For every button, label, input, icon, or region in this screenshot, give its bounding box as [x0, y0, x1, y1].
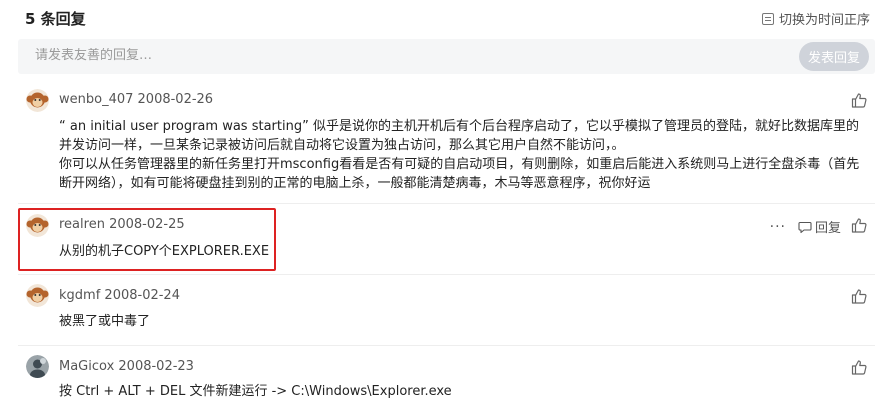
thumbs-up-icon[interactable]	[851, 359, 867, 375]
reply-label: 回复	[814, 221, 841, 236]
reply-count: 5 条回复	[25, 10, 86, 28]
username[interactable]: MaGicox	[59, 359, 114, 374]
more-options-icon[interactable]: ···	[770, 219, 786, 235]
comment-text: 按 Ctrl + ALT + DEL 文件新建运行 -> C:\Windows\…	[59, 384, 452, 399]
comment-item: MaGicox 2008-02-23 按 Ctrl + ALT + DEL 文件…	[18, 346, 875, 400]
comment-actions: ··· 回复	[770, 217, 841, 237]
comment-date: 2008-02-25	[109, 217, 185, 232]
sort-label: 切换为时间正序	[778, 13, 870, 28]
thumbs-up-icon[interactable]	[851, 288, 867, 304]
replies-header: 5 条回复 切换为时间正序	[25, 0, 870, 36]
sort-icon	[761, 12, 774, 25]
monkey-avatar-icon[interactable]	[26, 214, 49, 237]
comment-item: wenbo_407 2008-02-26 “ an initial user p…	[18, 78, 875, 204]
post-reply-button[interactable]: 发表回复	[799, 42, 869, 71]
comment-text: 被黑了或中毒了	[59, 314, 151, 329]
comment-meta: wenbo_407 2008-02-26	[59, 92, 213, 107]
comment-bubble-icon	[798, 221, 812, 233]
comment-content: “ an initial user program was starting” …	[59, 117, 860, 193]
comment-date: 2008-02-26	[137, 92, 214, 107]
comment-content: 按 Ctrl + ALT + DEL 文件新建运行 -> C:\Windows\…	[59, 382, 860, 401]
comment-meta: realren 2008-02-25	[59, 217, 185, 232]
user-avatar-icon[interactable]	[26, 355, 49, 378]
monkey-avatar-icon[interactable]	[26, 284, 49, 307]
username[interactable]: realren	[59, 217, 105, 232]
comment-content: 从别的机子COPY个EXPLORER.EXE	[59, 242, 860, 261]
username[interactable]: wenbo_407	[59, 92, 133, 107]
reply-input[interactable]	[35, 48, 735, 63]
comment-content: 被黑了或中毒了	[59, 312, 860, 331]
comment-meta: kgdmf 2008-02-24	[59, 288, 180, 303]
comment-meta: MaGicox 2008-02-23	[59, 359, 194, 374]
comment-item: kgdmf 2008-02-24 被黑了或中毒了	[18, 275, 875, 346]
thumbs-up-icon[interactable]	[851, 217, 867, 233]
reply-action[interactable]: 回复	[798, 217, 841, 236]
comment-text: 你可以从任务管理器里的新任务里打开msconfig看看是否有可疑的自启动项目，有…	[59, 157, 860, 191]
comment-text: 从别的机子COPY个EXPLORER.EXE	[59, 244, 270, 259]
monkey-avatar-icon[interactable]	[26, 89, 49, 112]
username[interactable]: kgdmf	[59, 288, 100, 303]
comment-item: realren 2008-02-25 从别的机子COPY个EXPLORER.EX…	[18, 204, 875, 275]
comment-date: 2008-02-24	[104, 288, 180, 303]
comment-text: “ an initial user program was starting” …	[59, 119, 859, 153]
comment-date: 2008-02-23	[118, 359, 194, 374]
sort-toggle[interactable]: 切换为时间正序	[761, 9, 870, 28]
thumbs-up-icon[interactable]	[851, 92, 867, 108]
reply-box: 发表回复	[18, 39, 875, 74]
